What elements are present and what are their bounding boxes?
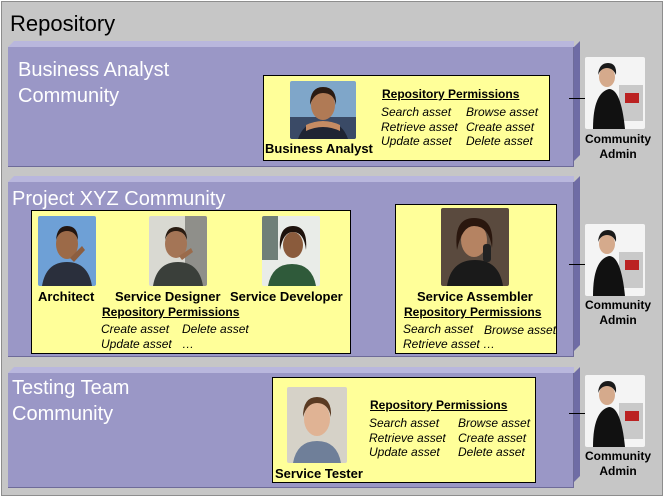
service-designer-photo <box>149 216 207 286</box>
permission-item: Delete asset <box>458 445 525 459</box>
community-testing-team: Testing Team Community Service Tester Re… <box>8 367 574 488</box>
role-box-service-assembler: Service Assembler Repository Permissions… <box>395 204 557 354</box>
permission-item: Search asset <box>403 322 474 336</box>
role-label-service-developer: Service Developer <box>230 289 343 304</box>
role-label-service-tester: Service Tester <box>275 466 363 481</box>
community-project-xyz: Project XYZ Community Architect Service … <box>8 176 574 357</box>
role-box-design-team: Architect Service Designer Service Devel… <box>31 210 351 354</box>
permissions-heading: Repository Permissions <box>382 87 520 101</box>
role-box-business-analyst: Business Analyst Repository Permissions … <box>263 75 550 161</box>
community-title: Testing Team Community <box>12 377 130 425</box>
permission-item: Create asset <box>101 322 170 336</box>
community-admin-label: Community Admin <box>585 132 651 161</box>
repository-title: Repository <box>10 11 116 36</box>
role-box-service-tester: Service Tester Repository Permissions Se… <box>272 377 536 483</box>
role-label-service-designer: Service Designer <box>115 289 221 304</box>
permission-item: Create asset <box>466 120 535 134</box>
community-business-analyst: Business Analyst Community Business Anal… <box>8 41 574 167</box>
service-tester-photo <box>287 387 347 463</box>
permission-item: Browse asset <box>466 105 539 119</box>
permission-item: Browse asset <box>458 416 531 430</box>
community-admin-photo <box>585 224 645 296</box>
service-assembler-photo <box>441 208 509 286</box>
service-developer-photo <box>262 216 320 286</box>
business-analyst-photo <box>290 81 356 139</box>
permission-item: Delete asset <box>182 322 249 336</box>
architect-photo <box>38 216 96 286</box>
role-label-architect: Architect <box>38 289 95 304</box>
permission-item: Update asset <box>381 134 452 148</box>
permission-item: Create asset <box>458 431 527 445</box>
repository-container: Repository Business Analyst Community Bu… <box>1 1 663 496</box>
permission-item: Update asset <box>369 445 440 459</box>
permission-item: Update asset <box>101 337 172 351</box>
permission-item: Browse asset <box>484 323 557 337</box>
permission-item: Retrieve asset <box>381 120 458 134</box>
community-admin-label: Community Admin <box>585 449 651 478</box>
permissions-heading: Repository Permissions <box>404 305 542 319</box>
permission-item: Search asset <box>369 416 440 430</box>
community-admin-photo <box>585 57 645 129</box>
role-label-business-analyst: Business Analyst <box>265 141 373 156</box>
permission-item: Retrieve asset … <box>403 337 496 351</box>
permission-item: … <box>182 337 194 351</box>
community-admin-photo <box>585 375 645 447</box>
community-title: Business Analyst Community <box>18 59 170 107</box>
permissions-heading: Repository Permissions <box>370 398 508 412</box>
permission-item: Retrieve asset <box>369 431 446 445</box>
permissions-heading: Repository Permissions <box>102 305 240 319</box>
permission-item: Delete asset <box>466 134 533 148</box>
role-label-service-assembler: Service Assembler <box>417 289 533 304</box>
permission-item: Search asset <box>381 105 452 119</box>
community-title: Project XYZ Community <box>12 188 226 210</box>
community-admin-label: Community Admin <box>585 298 651 327</box>
